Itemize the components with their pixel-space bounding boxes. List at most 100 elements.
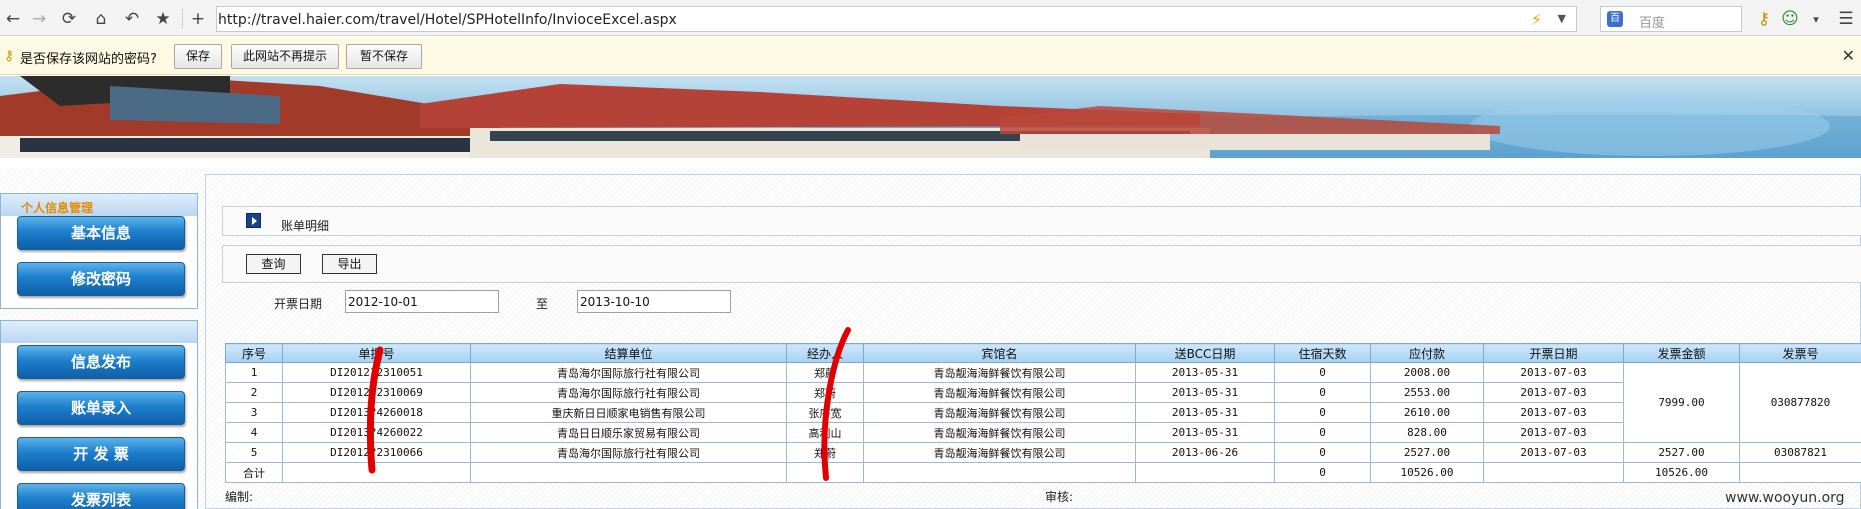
cell-total-days: 0 <box>1274 462 1371 483</box>
cell-payable: 2008.00 <box>1370 362 1484 383</box>
basic-info-button[interactable]: 基本信息 <box>17 216 185 250</box>
menu-icon[interactable]: ☰ <box>1835 8 1857 30</box>
cell-hotel: 青岛靓海海鲜餐饮有限公司 <box>863 362 1136 383</box>
table-row: 2 DI2012?2310069 青岛海尔国际旅行社有限公司 郑蔚 青岛靓海海鲜… <box>225 382 1861 403</box>
invoice-date-label: 开票日期 <box>274 297 323 311</box>
address-bar[interactable]: http://travel.haier.com/travel/Hotel/SPH… <box>216 6 1577 32</box>
cell-stay-days: 0 <box>1274 422 1371 443</box>
col-header-bcc-date[interactable]: 送BCC日期 <box>1135 343 1275 363</box>
col-header-invoice-date[interactable]: 开票日期 <box>1483 343 1624 363</box>
cell-settlement-unit: 重庆新日日顺家电销售有限公司 <box>470 402 787 423</box>
menu-down-icon[interactable]: ▾ <box>1805 8 1827 30</box>
export-button[interactable]: 导出 <box>322 254 377 274</box>
cell-invoice-date: 2013-07-03 <box>1483 362 1624 383</box>
not-now-button[interactable]: 暂不保存 <box>346 44 422 69</box>
cell-stay-days: 0 <box>1274 442 1371 463</box>
cell-bcc-date: 2013-05-31 <box>1135 402 1275 423</box>
cell-total-invoice: 10526.00 <box>1623 462 1740 483</box>
col-header-handler[interactable]: 经办人 <box>786 343 864 363</box>
close-icon[interactable]: ✕ <box>1842 46 1855 65</box>
cell-handler: 郑蔚 <box>786 442 864 463</box>
sidebar-section-header: 个人信息管理 <box>1 194 197 216</box>
cell-invoice-date: 2013-07-03 <box>1483 422 1624 443</box>
cell-invoice-date: 2013-07-03 <box>1483 382 1624 403</box>
cell-invoice-amount: 2527.00 <box>1623 442 1740 463</box>
cell-stay-days: 0 <box>1274 362 1371 383</box>
col-header-invoice-no[interactable]: 发票号 <box>1739 343 1861 363</box>
arrow-right-icon <box>246 213 261 228</box>
forward-icon[interactable]: → <box>28 8 50 30</box>
editor-label: 编制: <box>225 490 254 504</box>
cell-total-label: 合计 <box>225 462 283 483</box>
toolbar-divider <box>182 9 183 29</box>
cell-handler: 张序宽 <box>786 402 864 423</box>
sidebar-section-title: 个人信息管理 <box>21 201 94 215</box>
bill-entry-button[interactable]: 账单录入 <box>17 391 185 425</box>
cell-empty <box>786 462 864 483</box>
cell-handler: 郑蔚 <box>786 362 864 383</box>
bill-detail-table: 序号 单据号 结算单位 经办人 宾馆名 送BCC日期 住宿天数 应付款 开票日期… <box>225 343 1861 483</box>
cell-empty <box>1135 462 1275 483</box>
table-total-row: 合计 0 10526.00 10526.00 <box>225 462 1861 483</box>
back-icon[interactable]: ← <box>2 8 24 30</box>
publish-info-button[interactable]: 信息发布 <box>17 345 185 379</box>
table-header-row: 序号 单据号 结算单位 经办人 宾馆名 送BCC日期 住宿天数 应付款 开票日期… <box>225 343 1861 363</box>
cell-bcc-date: 2013-06-26 <box>1135 442 1275 463</box>
col-header-settlement-unit[interactable]: 结算单位 <box>470 343 787 363</box>
invoice-list-button[interactable]: 发票列表 <box>17 483 185 509</box>
key-icon[interactable]: ⚷ <box>1753 8 1775 30</box>
cell-payable: 2610.00 <box>1370 402 1484 423</box>
search-box[interactable]: 百 百度 <box>1600 6 1742 32</box>
table-row: 1 DI2012?2310051 青岛海尔国际旅行社有限公司 郑蔚 青岛靓海海鲜… <box>225 362 1861 443</box>
address-text: http://travel.haier.com/travel/Hotel/SPH… <box>218 12 677 28</box>
save-password-prompt: 是否保存该网站的密码? <box>20 52 157 67</box>
save-password-bar: ⚷ 是否保存该网站的密码? 保存 此网站不再提示 暂不保存 ✕ <box>0 37 1861 75</box>
lightning-icon[interactable]: ⚡ <box>1531 10 1542 29</box>
cell-doc-no: DI2012?2310066 <box>282 442 471 463</box>
cell-handler: 郑蔚 <box>786 382 864 403</box>
date-to-label: 至 <box>536 297 549 311</box>
cell-bcc-date: 2013-05-31 <box>1135 382 1275 403</box>
save-password-button[interactable]: 保存 <box>174 44 222 69</box>
cell-index: 3 <box>225 402 283 423</box>
search-engine-icon[interactable]: 百 <box>1607 11 1623 27</box>
col-header-invoice-amount[interactable]: 发票金额 <box>1623 343 1740 363</box>
never-for-site-button[interactable]: 此网站不再提示 <box>231 44 339 69</box>
col-header-payable[interactable]: 应付款 <box>1370 343 1484 363</box>
key-icon: ⚷ <box>4 48 15 64</box>
refresh-icon[interactable]: ⟳ <box>58 8 80 30</box>
watermark: www.wooyun.org <box>1725 490 1845 506</box>
cell-empty <box>1483 462 1624 483</box>
new-tab-icon[interactable]: + <box>187 8 209 30</box>
cell-invoice-no: 03087821 <box>1739 442 1861 463</box>
cell-hotel: 青岛靓海海鲜餐饮有限公司 <box>863 422 1136 443</box>
col-header-doc-no[interactable]: 单据号 <box>282 343 471 363</box>
cell-hotel: 青岛靓海海鲜餐饮有限公司 <box>863 382 1136 403</box>
col-header-stay-days[interactable]: 住宿天数 <box>1274 343 1371 363</box>
col-header-index[interactable]: 序号 <box>225 343 283 363</box>
sidebar-section-business: 信息发布 账单录入 开 发 票 发票列表 <box>0 320 198 509</box>
action-bar <box>222 245 1861 283</box>
user-icon[interactable]: ☺ <box>1779 8 1801 30</box>
issue-invoice-button[interactable]: 开 发 票 <box>17 437 185 471</box>
star-icon[interactable]: ★ <box>152 8 174 30</box>
change-password-button[interactable]: 修改密码 <box>17 262 185 296</box>
date-to-input[interactable] <box>577 290 731 313</box>
cell-index: 5 <box>225 442 283 463</box>
undo-icon[interactable]: ↶ <box>121 8 143 30</box>
sidebar-section-personal: 个人信息管理 基本信息 修改密码 <box>0 193 198 309</box>
date-from-input[interactable] <box>345 290 499 313</box>
cell-payable: 828.00 <box>1370 422 1484 443</box>
home-icon[interactable]: ⌂ <box>90 8 112 30</box>
cell-empty <box>863 462 1136 483</box>
cell-payable: 2553.00 <box>1370 382 1484 403</box>
cell-settlement-unit: 青岛海尔国际旅行社有限公司 <box>470 362 787 383</box>
query-button[interactable]: 查询 <box>246 254 301 274</box>
cell-invoice-date: 2013-07-03 <box>1483 442 1624 463</box>
title-bar <box>222 206 1861 236</box>
search-placeholder: 百度 <box>1639 16 1666 31</box>
chevron-down-icon[interactable]: ▼ <box>1558 12 1566 25</box>
col-header-hotel[interactable]: 宾馆名 <box>863 343 1136 363</box>
cell-invoice-date: 2013-07-03 <box>1483 402 1624 423</box>
cell-empty <box>470 462 787 483</box>
